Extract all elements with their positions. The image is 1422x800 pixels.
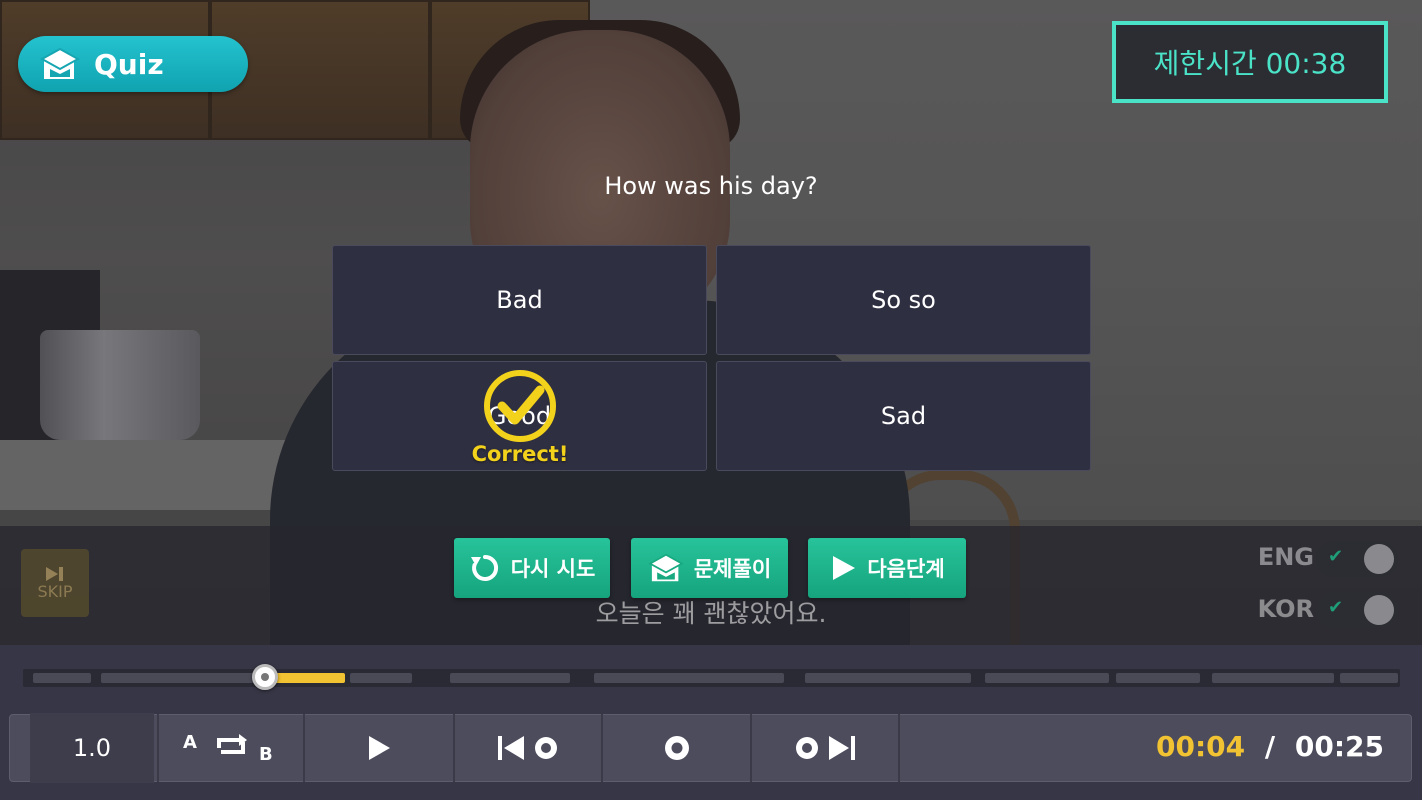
next-step-label: 다음단계: [867, 557, 945, 581]
subtitle-korean: 오늘은 꽤 괜찮았어요.: [595, 599, 827, 628]
retry-icon: [470, 554, 498, 581]
time-display: 00:04 / 00:25: [1156, 730, 1384, 763]
play-button[interactable]: [305, 714, 455, 782]
solve-label: 문제풀이: [693, 557, 772, 581]
ab-repeat-a-label: A: [183, 732, 197, 753]
time-limit-display: 제한시간 00:38: [1112, 21, 1388, 103]
current-time: 00:04: [1155, 730, 1246, 763]
eng-label: ENG: [1257, 543, 1314, 571]
kor-label: KOR: [1257, 595, 1314, 623]
repeat-icon: [217, 734, 247, 754]
play-icon: [369, 736, 390, 760]
answer-label: So so: [871, 286, 936, 314]
record-icon: [664, 736, 689, 760]
record-button[interactable]: [603, 714, 752, 782]
answer-label: Good: [487, 402, 552, 430]
solve-button[interactable]: 문제풀이: [631, 538, 788, 598]
check-icon: ✔: [1328, 546, 1344, 567]
total-time: 00:25: [1294, 730, 1384, 763]
next-sentence-button[interactable]: [752, 714, 900, 782]
play-icon: [833, 556, 856, 580]
ab-repeat-button[interactable]: A B: [157, 714, 305, 782]
retry-button[interactable]: 다시 시도: [454, 538, 610, 598]
quiz-label: Quiz: [94, 47, 164, 81]
graduation-cap-icon: [648, 553, 684, 582]
previous-sentence-button[interactable]: [455, 714, 603, 782]
quiz-badge: Quiz: [18, 36, 248, 92]
answer-option-2[interactable]: So so: [716, 245, 1091, 355]
playback-speed-button[interactable]: 1.0: [30, 713, 154, 783]
answer-label: Bad: [496, 286, 543, 314]
quiz-question: How was his day?: [604, 172, 818, 200]
graduation-cap-icon: [40, 47, 80, 79]
progress-scrubber[interactable]: [252, 664, 278, 690]
answer-option-1[interactable]: Bad: [332, 245, 707, 355]
skip-back-icon: [498, 736, 557, 760]
time-separator: /: [1264, 730, 1276, 763]
next-step-button[interactable]: 다음단계: [808, 538, 966, 598]
ab-repeat-b-label: B: [259, 744, 273, 765]
eng-subtitle-toggle[interactable]: ✔: [1316, 541, 1398, 577]
skip-forward-icon: [796, 736, 855, 760]
retry-label: 다시 시도: [510, 557, 596, 581]
answer-label: Sad: [880, 402, 927, 430]
playback-speed-value: 1.0: [72, 734, 112, 762]
answer-option-4[interactable]: Sad: [716, 361, 1091, 471]
kor-subtitle-toggle[interactable]: ✔: [1316, 592, 1398, 628]
check-icon: ✔: [1328, 597, 1344, 618]
answer-option-3[interactable]: Good: [332, 361, 707, 471]
